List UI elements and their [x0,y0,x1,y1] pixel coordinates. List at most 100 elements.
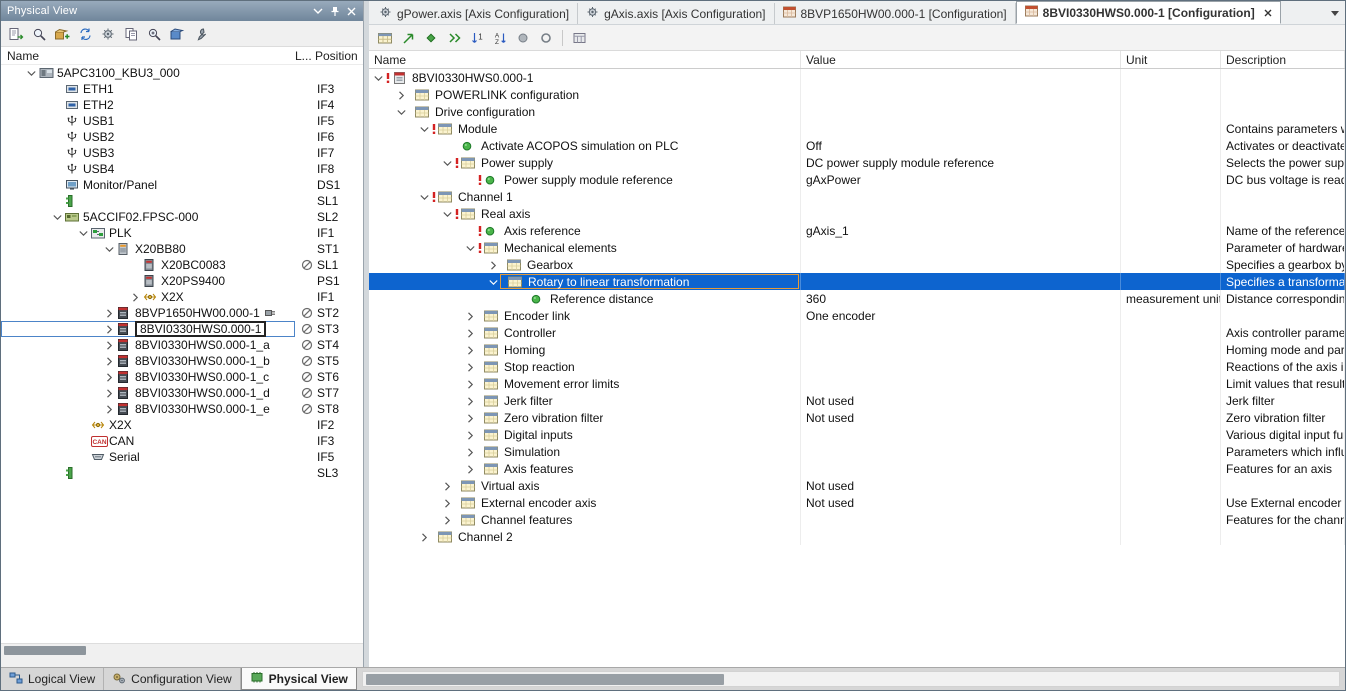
value-cell[interactable] [801,188,1121,205]
value-cell[interactable] [801,443,1121,460]
config-row[interactable]: Reference distance 360 measurement unit...… [369,290,1345,307]
config-row[interactable]: Real axis [369,205,1345,222]
scrollbar-thumb[interactable] [4,645,86,655]
value-cell[interactable]: DC power supply module reference [801,154,1121,171]
value-cell[interactable] [801,324,1121,341]
config-row[interactable]: Power supply DC power supply module refer… [369,154,1345,171]
device-row[interactable]: X2X IF2 [1,417,363,433]
config-row[interactable]: Virtual axis Not used [369,477,1345,494]
value-cell[interactable] [801,341,1121,358]
column-header-unit[interactable]: Unit [1121,51,1221,68]
view-tab-physical-view[interactable]: Physical View [240,668,357,690]
value-cell[interactable]: Not used [801,477,1121,494]
export-table-icon[interactable] [569,28,589,48]
config-row[interactable]: Digital inputs Various digital input func… [369,426,1345,443]
device-row[interactable]: Serial IF5 [1,449,363,465]
value-cell[interactable] [801,375,1121,392]
device-row[interactable]: USB2 IF6 [1,129,363,145]
device-row[interactable]: ETH1 IF3 [1,81,363,97]
expand-icon[interactable] [463,341,477,358]
value-cell[interactable] [801,86,1121,103]
device-row[interactable]: SL3 [1,465,363,481]
value-cell[interactable]: Not used [801,409,1121,426]
expand-icon[interactable] [463,375,477,392]
device-row[interactable]: 8BVI0330HWS0.000-1_c ST6 [1,369,363,385]
value-cell[interactable] [801,528,1121,545]
scrollbar-thumb[interactable] [365,673,724,685]
config-row[interactable]: Stop reaction Reactions of the axis in ..… [369,358,1345,375]
column-header-value[interactable]: Value [801,51,1121,68]
config-row[interactable]: Channel features Features for the channe.… [369,511,1345,528]
pin-icon[interactable] [326,4,343,19]
device-row[interactable]: Monitor/Panel DS1 [1,177,363,193]
collapse-icon[interactable] [440,205,454,222]
config-row[interactable]: Movement error limits Limit values that r… [369,375,1345,392]
config-row[interactable]: Jerk filter Not used Jerk filter [369,392,1345,409]
device-row[interactable]: USB4 IF8 [1,161,363,177]
expand-icon[interactable] [101,369,117,385]
expand-icon[interactable] [463,443,477,460]
collapse-icon[interactable] [23,65,39,81]
expand-icon[interactable] [101,337,117,353]
device-row[interactable]: PLK IF1 [1,225,363,241]
expand-icon[interactable] [101,305,117,321]
device-row[interactable]: CAN CAN IF3 [1,433,363,449]
config-row[interactable]: Simulation Parameters which influe... [369,443,1345,460]
config-row[interactable]: External encoder axis Not used Use Externa… [369,494,1345,511]
view-tab-configuration-view[interactable]: Configuration View [104,668,241,690]
expand-icon[interactable] [463,307,477,324]
value-cell[interactable]: Not used [801,494,1121,511]
expand-icon[interactable] [394,86,408,103]
value-cell[interactable]: Not used [801,392,1121,409]
expand-icon[interactable] [101,385,117,401]
collapse-icon[interactable] [417,188,431,205]
config-row[interactable]: Activate ACOPOS simulation on PLC Off Acti… [369,137,1345,154]
refresh-icon[interactable] [444,28,464,48]
window-menu-icon[interactable] [309,4,326,19]
editor-tab[interactable]: gPower.axis [Axis Configuration] [371,3,579,24]
config-row[interactable]: 8BVI0330HWS0.000-1 [369,69,1345,86]
value-cell[interactable] [801,426,1121,443]
export-icon[interactable] [6,24,26,44]
close-tab-icon[interactable] [1264,8,1272,18]
replace-hardware-icon[interactable] [75,24,95,44]
config-row[interactable]: Rotary to linear transformation Specifies… [369,273,1345,290]
collapse-icon[interactable] [417,120,431,137]
column-header-name[interactable]: Name [1,49,295,63]
device-row[interactable]: 8BVI0330HWS0.000-1_e ST8 [1,401,363,417]
view-tab-logical-view[interactable]: Logical View [1,668,105,690]
expand-icon[interactable] [463,324,477,341]
collapse-icon[interactable] [371,69,385,86]
value-cell[interactable] [801,256,1121,273]
value-cell[interactable] [801,205,1121,222]
config-row[interactable]: Encoder link One encoder [369,307,1345,324]
device-row[interactable]: SL1 [1,193,363,209]
column-header-description[interactable]: Description [1221,51,1345,68]
value-cell[interactable] [801,103,1121,120]
value-cell[interactable] [801,120,1121,137]
expand-icon[interactable] [463,426,477,443]
device-row[interactable]: X20BC0083 SL1 [1,257,363,273]
config-row[interactable]: Module Contains parameters wh... [369,120,1345,137]
device-row[interactable]: 5APC3100_KBU3_000 [1,65,363,81]
expand-icon[interactable] [101,401,117,417]
add-hardware-icon[interactable] [52,24,72,44]
collapse-icon[interactable] [49,209,65,225]
expand-icon[interactable] [463,392,477,409]
show-all-icon[interactable] [536,28,556,48]
value-cell[interactable]: gAxis_1 [801,222,1121,239]
collapse-icon[interactable] [440,154,454,171]
config-row[interactable]: Channel 1 [369,188,1345,205]
value-cell[interactable]: gAxPower [801,171,1121,188]
value-cell[interactable]: One encoder [801,307,1121,324]
expand-icon[interactable] [101,353,117,369]
collapse-icon[interactable] [463,239,477,256]
editor-tab[interactable]: 8BVP1650HW00.000-1 [Configuration] [775,3,1016,24]
expand-icon[interactable] [463,358,477,375]
expand-icon[interactable] [417,528,431,545]
config-row[interactable]: Mechanical elements Parameter of hardware… [369,239,1345,256]
device-row[interactable]: 8BVI0330HWS0.000-1 ST3 [1,321,363,337]
compare-icon[interactable] [421,28,441,48]
device-row[interactable]: USB1 IF5 [1,113,363,129]
config-row[interactable]: Controller Axis controller paramete... [369,324,1345,341]
